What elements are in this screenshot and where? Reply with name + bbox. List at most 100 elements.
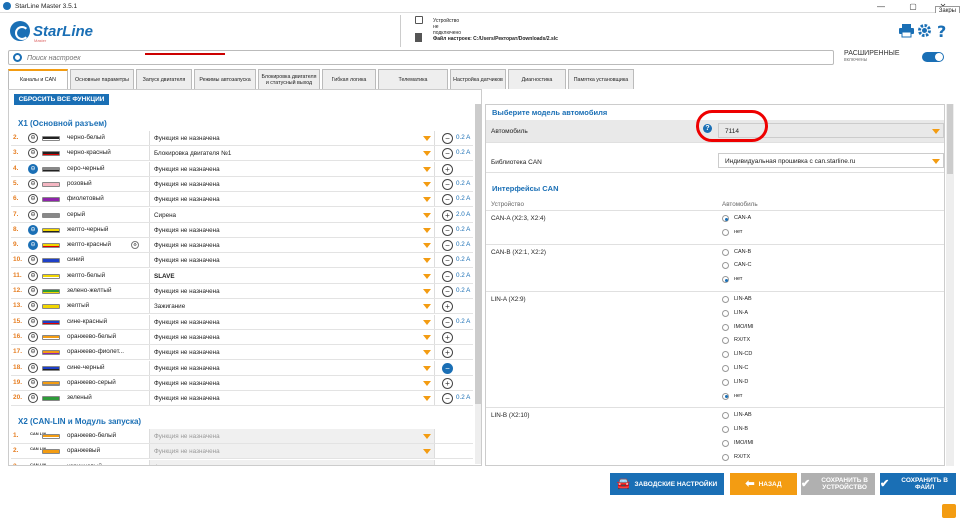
extended-toggle[interactable]: [922, 52, 944, 62]
function-select[interactable]: Блокировка двигателя №1: [149, 146, 435, 161]
reset-functions-button[interactable]: СБРОСИТЬ ВСЕ ФУНКЦИИ: [14, 94, 109, 105]
direction-icon[interactable]: ⊖: [28, 270, 38, 281]
direction-icon[interactable]: ⊖: [28, 347, 38, 358]
radio-нет[interactable]: [722, 228, 729, 236]
function-select[interactable]: SLAVE: [149, 268, 435, 283]
function-select[interactable]: Функция не назначена: [149, 375, 435, 390]
direction-icon[interactable]: ⊖: [28, 286, 38, 296]
polarity-icon[interactable]: −: [442, 286, 453, 297]
polarity-icon[interactable]: −: [442, 178, 453, 190]
radio-нет[interactable]: [722, 276, 729, 284]
direction-icon[interactable]: ⊖: [28, 163, 38, 174]
direction-icon[interactable]: ⊖: [28, 133, 38, 143]
radio-can-c[interactable]: [722, 262, 729, 270]
right-scrollbar[interactable]: [946, 104, 954, 466]
save-to-device-button[interactable]: ✔ СОХРАНИТЬ В УСТРОЙСТВО: [801, 473, 875, 495]
maximize-icon[interactable]: ▢: [898, 0, 928, 13]
function-select[interactable]: Функция не назначена: [149, 329, 435, 344]
gear-icon[interactable]: [917, 23, 932, 38]
radio-can-a[interactable]: [722, 215, 729, 222]
radio-lin-cd[interactable]: [722, 351, 729, 359]
polarity-icon[interactable]: +: [442, 209, 453, 221]
function-select[interactable]: Функция не назначена: [149, 176, 435, 191]
function-select[interactable]: Функция не назначена: [149, 222, 435, 237]
printer-icon[interactable]: [899, 23, 914, 38]
radio-lin-c[interactable]: [722, 365, 729, 372]
polarity-icon[interactable]: −: [442, 255, 453, 267]
direction-icon[interactable]: ⊖: [28, 209, 38, 220]
direction-icon[interactable]: ⊖: [28, 178, 38, 189]
radio-rx-tx[interactable]: [722, 453, 729, 461]
help-icon[interactable]: ?: [935, 22, 950, 41]
radio-imo-imi[interactable]: [722, 439, 729, 447]
function-select[interactable]: Функция не назначена: [149, 360, 435, 375]
direction-icon[interactable]: ⊖: [28, 301, 38, 312]
direction-icon[interactable]: ⊖: [28, 194, 38, 205]
search-input[interactable]: [27, 52, 727, 64]
function-select[interactable]: Функция не назначена: [149, 391, 435, 406]
polarity-icon[interactable]: −: [442, 133, 453, 144]
direction-icon[interactable]: ⊖: [28, 362, 38, 373]
radio-lin-ab[interactable]: [722, 296, 729, 303]
back-button[interactable]: ⬅ НАЗАД: [730, 473, 797, 495]
polarity-icon[interactable]: +: [442, 163, 453, 175]
direction-icon[interactable]: ⊖: [28, 316, 38, 327]
tab-4[interactable]: Режимы автозапуска: [194, 69, 256, 89]
tab-7[interactable]: Телематика: [378, 69, 448, 89]
polarity-icon[interactable]: −: [442, 224, 453, 236]
notification-icon[interactable]: [942, 504, 956, 518]
tab-8[interactable]: Настройка датчиков: [450, 69, 506, 89]
function-select[interactable]: Функция не назначена: [149, 345, 435, 360]
polarity-icon[interactable]: −: [442, 194, 453, 206]
direction-icon[interactable]: ⊖: [28, 255, 38, 266]
function-select[interactable]: Функция не назначена: [149, 238, 435, 253]
function-select[interactable]: Функция не назначена: [149, 161, 435, 176]
polarity-icon[interactable]: −: [442, 316, 453, 328]
function-select[interactable]: Функция не назначена: [149, 429, 435, 443]
can-library-select[interactable]: Индивидуальная прошивка с can.starline.r…: [718, 153, 944, 168]
direction-icon[interactable]: ⊖: [28, 331, 38, 342]
tab-2[interactable]: Основные параметры: [70, 69, 134, 89]
polarity-icon[interactable]: +: [442, 347, 453, 359]
tab-6[interactable]: Гибкая логика: [322, 69, 376, 89]
search-bar[interactable]: [8, 50, 834, 65]
polarity-icon[interactable]: −: [442, 270, 453, 282]
radio-rx-tx[interactable]: [722, 337, 729, 345]
direction-icon[interactable]: ⊖: [28, 224, 38, 235]
radio-нет[interactable]: [722, 392, 729, 400]
function-select[interactable]: Функция не назначена: [149, 459, 435, 465]
polarity-icon[interactable]: −: [442, 240, 453, 252]
radio-lin-b[interactable]: [722, 426, 729, 434]
left-scrollbar[interactable]: [475, 104, 481, 464]
direction-icon[interactable]: ⊖: [28, 393, 38, 404]
minimize-icon[interactable]: —: [866, 0, 896, 13]
polarity-icon[interactable]: −: [442, 148, 453, 160]
radio-lin-d[interactable]: [722, 378, 729, 386]
function-select[interactable]: Функция не назначена: [149, 131, 435, 145]
gear-icon[interactable]: ⚙: [131, 241, 139, 250]
function-select[interactable]: Зажигание: [149, 299, 435, 314]
polarity-icon[interactable]: −: [442, 362, 453, 374]
radio-lin-ab[interactable]: [722, 412, 729, 420]
function-select[interactable]: Сирена: [149, 207, 435, 222]
tab-3[interactable]: Запуск двигателя: [136, 69, 192, 89]
polarity-icon[interactable]: +: [442, 331, 453, 343]
polarity-icon[interactable]: −: [442, 393, 453, 405]
function-select[interactable]: Функция не назначена: [149, 192, 435, 207]
radio-lin-a[interactable]: [722, 309, 729, 317]
tab-10[interactable]: Памятка установщика: [568, 69, 634, 89]
direction-icon[interactable]: ⊖: [28, 240, 38, 251]
tab-1[interactable]: Каналы и CAN: [8, 69, 68, 89]
direction-icon[interactable]: ⊖: [28, 377, 38, 388]
function-select[interactable]: Функция не назначена: [149, 444, 435, 459]
factory-settings-button[interactable]: 🚘 ЗАВОДСКИЕ НАСТРОЙКИ: [610, 473, 724, 495]
save-to-file-button[interactable]: ✔ СОХРАНИТЬ В ФАЙЛ: [880, 473, 956, 495]
function-select[interactable]: Функция не назначена: [149, 284, 435, 298]
radio-imo-imi[interactable]: [722, 323, 729, 331]
polarity-icon[interactable]: +: [442, 301, 453, 313]
function-select[interactable]: Функция не назначена: [149, 253, 435, 268]
direction-icon[interactable]: ⊖: [28, 148, 38, 159]
tab-9[interactable]: Диагностика: [508, 69, 566, 89]
polarity-icon[interactable]: +: [442, 377, 453, 389]
function-select[interactable]: Функция не назначена: [149, 314, 435, 329]
